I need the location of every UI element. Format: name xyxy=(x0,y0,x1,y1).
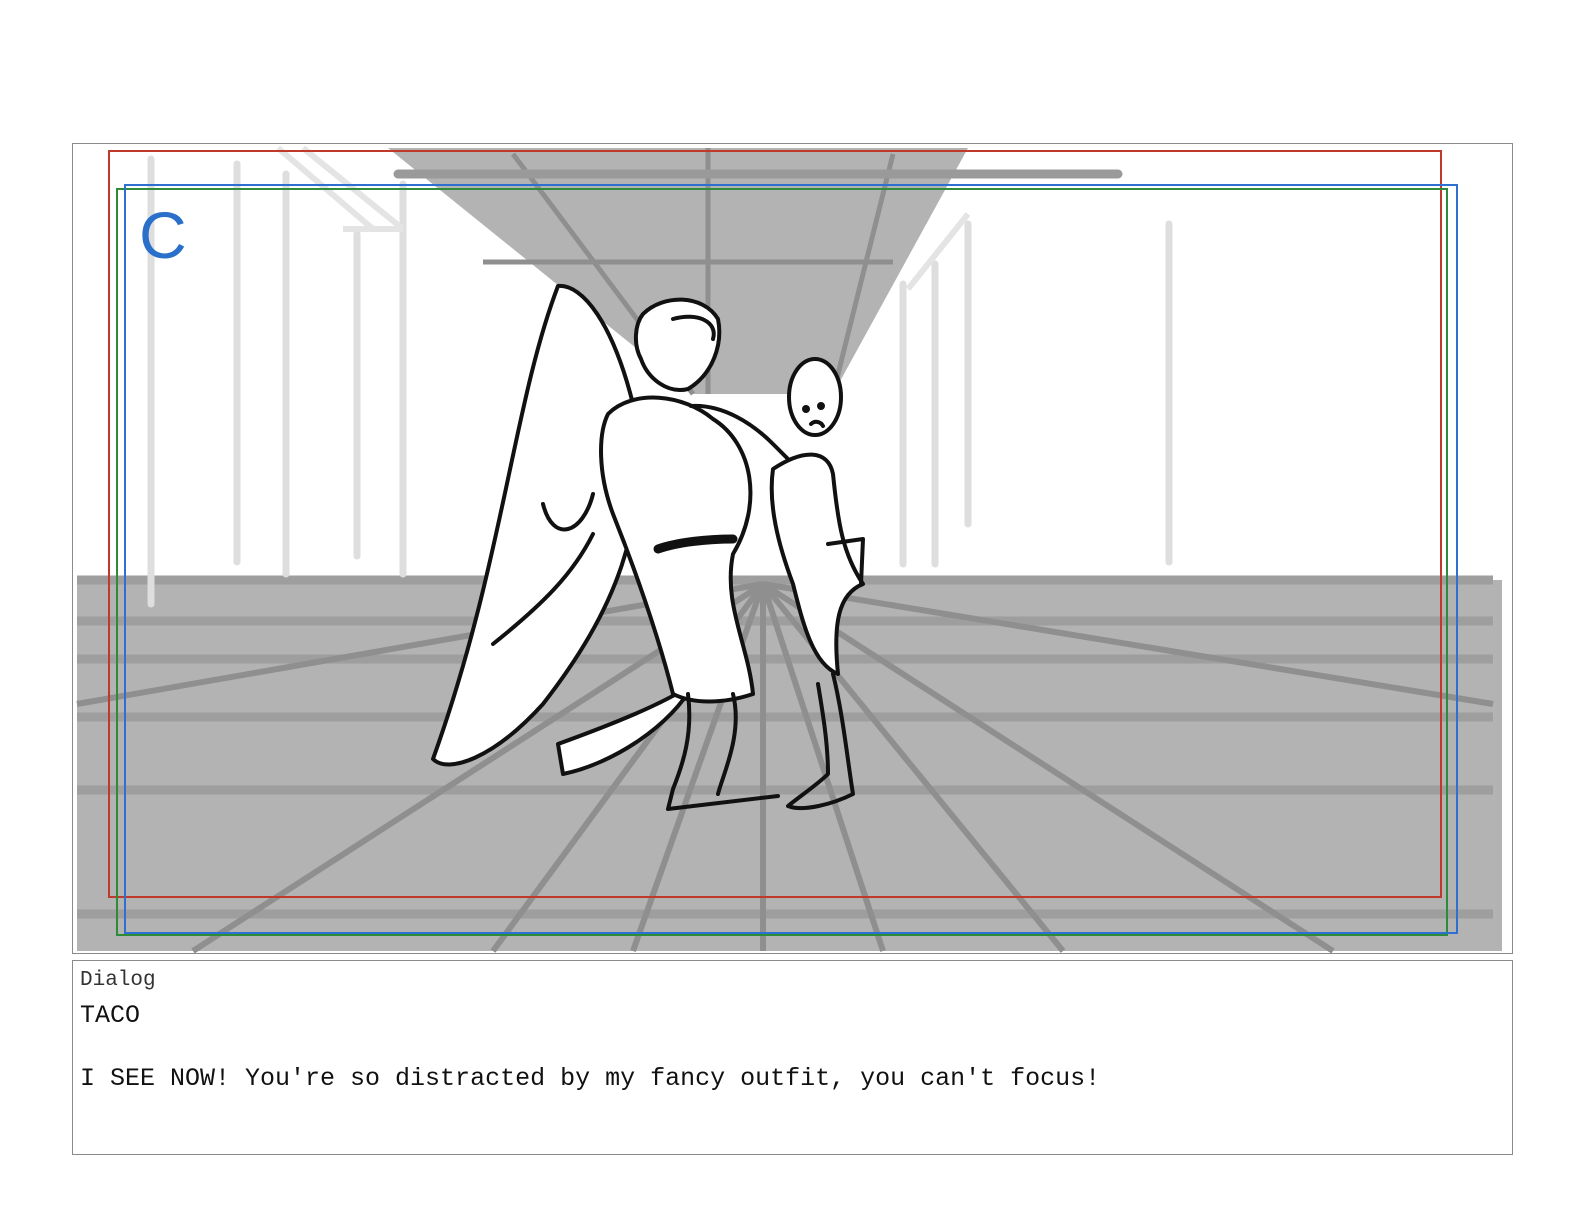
storyboard-panel: C xyxy=(72,143,1513,954)
dialog-label: Dialog xyxy=(80,969,156,992)
panel-label: C xyxy=(139,198,187,272)
dialog-box: Dialog TACO I SEE NOW! You're so distrac… xyxy=(72,960,1513,1155)
floor xyxy=(77,580,1502,951)
dialog-character: TACO xyxy=(80,1001,141,1030)
panel-sketch xyxy=(76,145,1502,953)
dialog-line: I SEE NOW! You're so distracted by my fa… xyxy=(80,1064,1101,1093)
